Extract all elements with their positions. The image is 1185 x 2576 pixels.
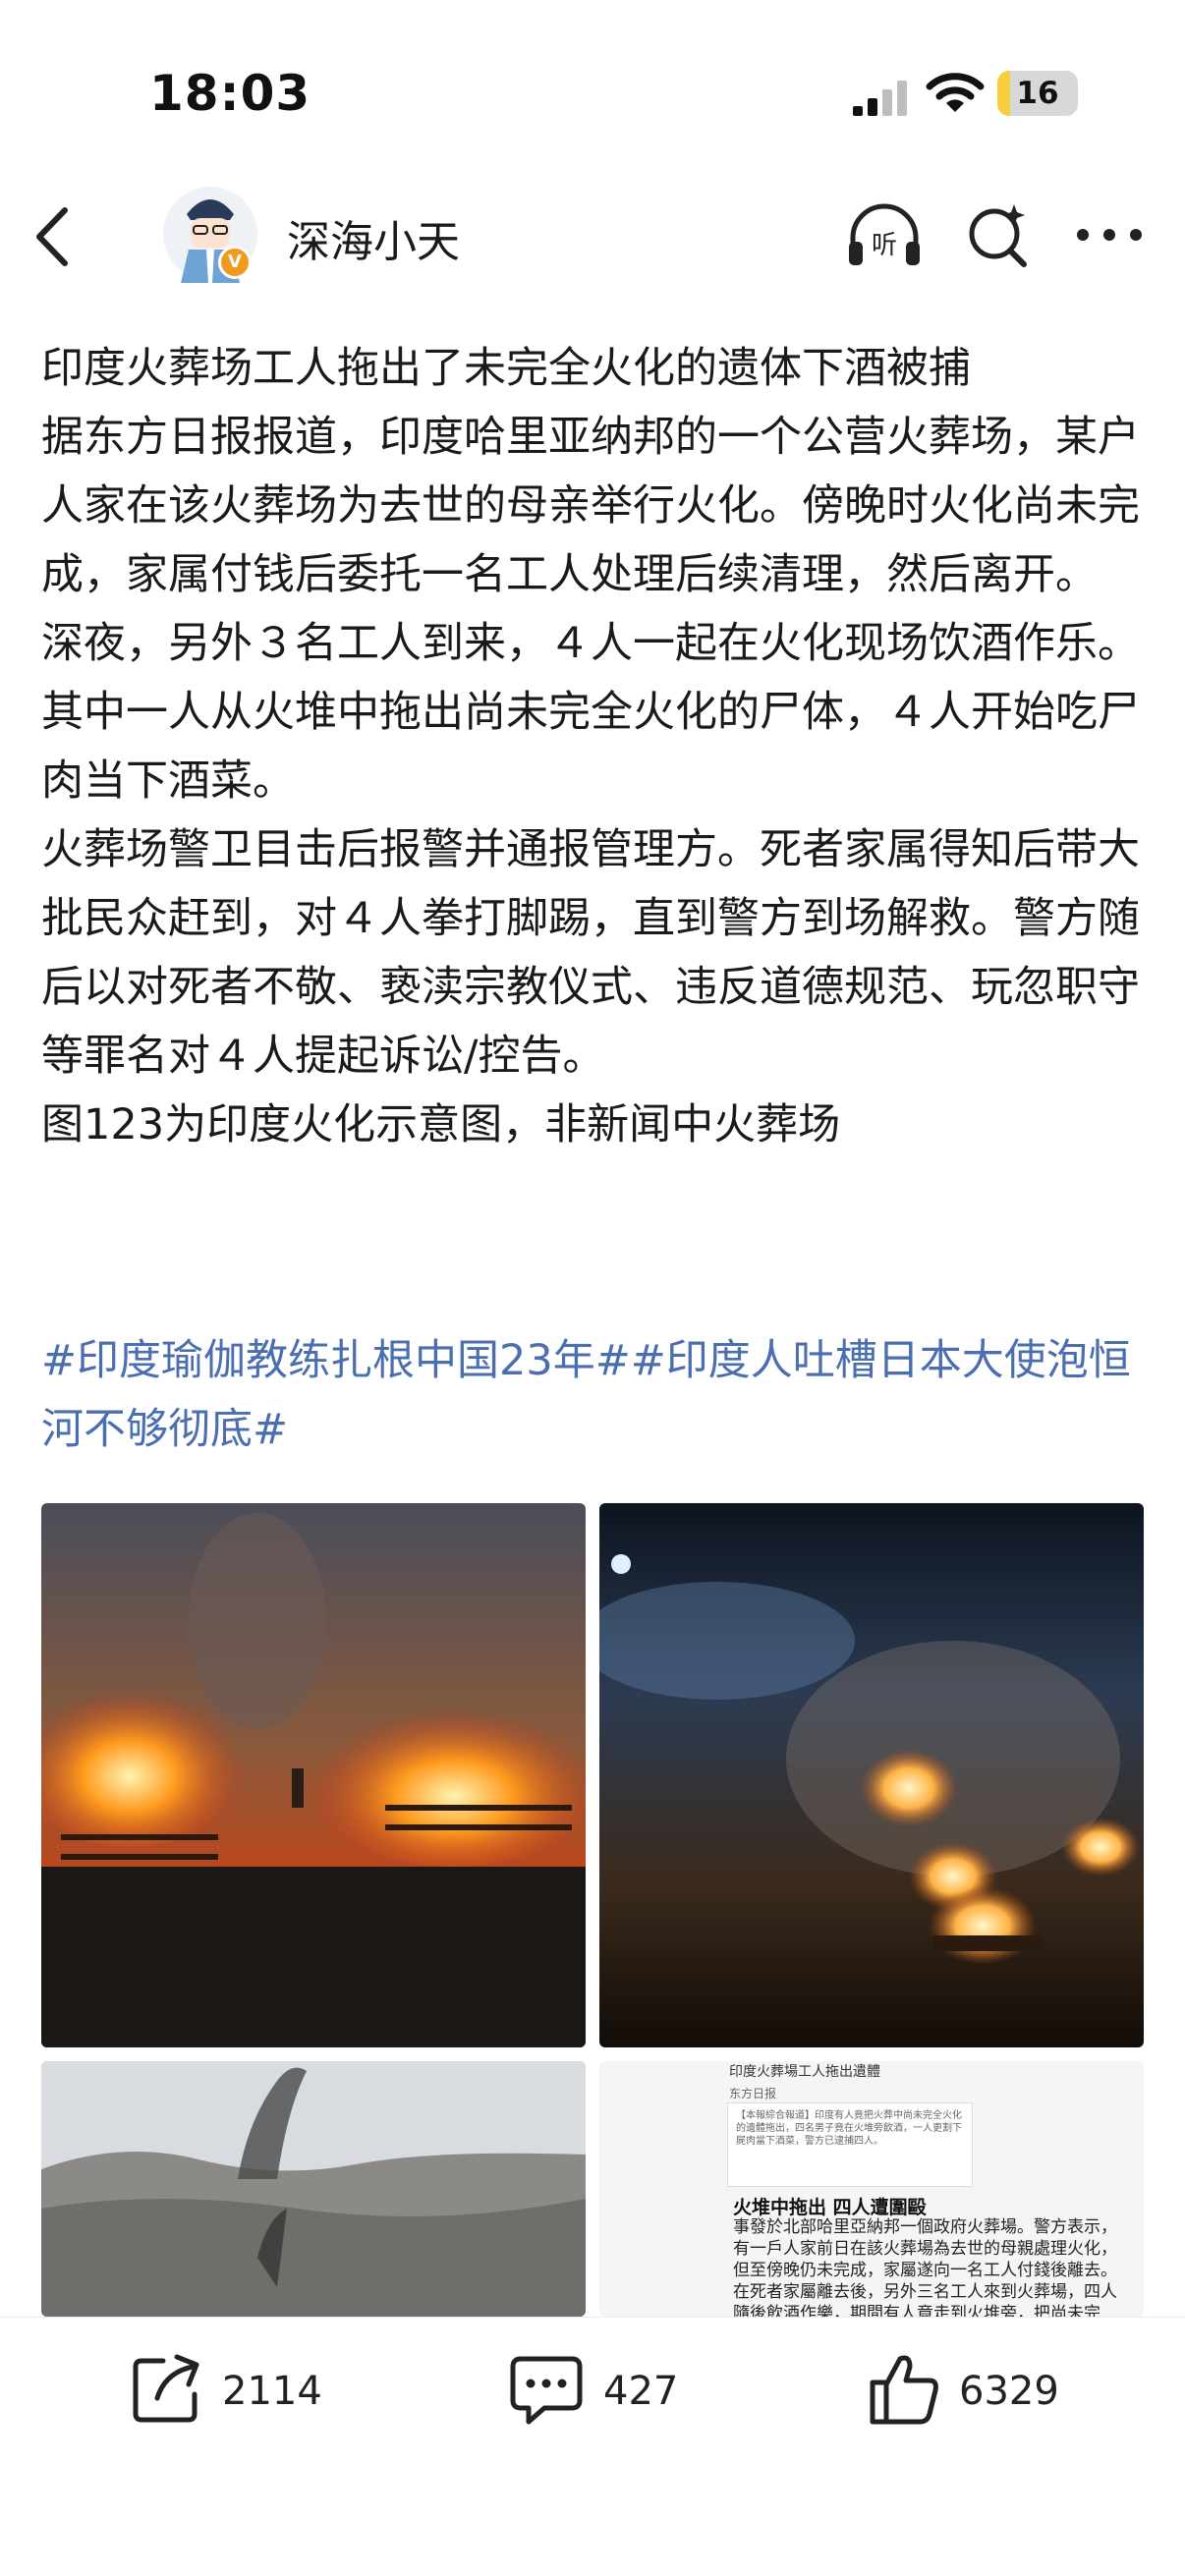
post-header: V 深海小天 听 [0, 177, 1185, 295]
post-image-3[interactable] [41, 2061, 586, 2317]
smoke-hillside-photo [41, 2061, 586, 2317]
clip-body: 事發於北部哈里亞納邦一個政府火葬場。警方表示，有一戶人家前日在該火葬場為去世的母… [733, 2217, 1117, 2317]
share-button[interactable]: 2114 [128, 2349, 354, 2437]
image-caption: 图123为印度火化示意图，非新闻中火葬场 [41, 1100, 841, 1149]
status-bar: 18:03 16 [0, 0, 1185, 177]
back-arrow-icon[interactable] [28, 202, 77, 271]
post-title-line: 印度火葬场工人拖出了未完全火化的遗体下酒被捕 [41, 344, 971, 393]
verified-badge-icon: V [218, 246, 252, 279]
more-options-icon[interactable] [1073, 218, 1146, 252]
battery-percent: 16 [1016, 76, 1059, 111]
post-image-4-newspaper-clip[interactable]: 印度火葬場工人拖出遺體 东方日报 【本報綜合報道】印度有人竟把火葬中尚未完全火化… [599, 2061, 1144, 2317]
like-count: 6329 [959, 2369, 1059, 2414]
listen-headphones-icon[interactable]: 听 [845, 198, 924, 271]
author-name[interactable]: 深海小天 [287, 206, 460, 269]
comment-count: 427 [603, 2369, 679, 2414]
bottom-action-bar: 2114 427 6329 [0, 2317, 1185, 2576]
status-time: 18:03 [149, 65, 311, 122]
thumbs-up-icon [870, 2355, 938, 2425]
post-body: 印度火葬场工人拖出了未完全火化的遗体下酒被捕 据东方日报报道，印度哈里亚纳邦的一… [41, 334, 1152, 1159]
svg-text:听: 听 [872, 231, 897, 260]
post-paragraph: 深夜，另外３名工人到来，４人一起在火化现场饮酒作乐。其中一人从火堆中拖出尚未完全… [41, 619, 1140, 806]
post-paragraph: 据东方日报报道，印度哈里亚纳邦的一个公营火葬场，某户人家在该火葬场为去世的母亲举… [41, 413, 1140, 599]
like-button[interactable]: 6329 [865, 2349, 1100, 2437]
clip-source-tag: 东方日报 [729, 2087, 777, 2100]
post-paragraph: 火葬场警卫目击后报警并通报管理方。死者家属得知后带大批民众赶到，对４人拳打脚踢，… [41, 825, 1140, 1081]
wifi-icon [926, 73, 985, 112]
clip-title: 印度火葬場工人拖出遺體 [729, 2064, 880, 2080]
post-image-2[interactable] [599, 1503, 1144, 2047]
share-count: 2114 [222, 2369, 322, 2414]
clip-summary: 【本報綜合報道】印度有人竟把火葬中尚未完全火化的遺體拖出，四名男子竟在火堆旁飲酒… [727, 2102, 973, 2187]
cellular-signal-icon [853, 81, 907, 116]
clip-headline: 火堆中拖出 四人遭圍毆 [733, 2197, 927, 2218]
night-pyres-photo [599, 1503, 1144, 2047]
comment-button[interactable]: 427 [507, 2349, 704, 2437]
battery-indicator: 16 [997, 71, 1078, 116]
search-icon[interactable] [963, 198, 1032, 271]
hashtag-links[interactable]: #印度瑜伽教练扎根中国23年##印度人吐槽日本大使泡恒河不够彻底# [41, 1326, 1152, 1464]
cremation-fire-photo [41, 1503, 586, 2047]
comment-icon [510, 2356, 583, 2425]
share-icon [133, 2354, 199, 2423]
post-image-1[interactable] [41, 1503, 586, 2047]
